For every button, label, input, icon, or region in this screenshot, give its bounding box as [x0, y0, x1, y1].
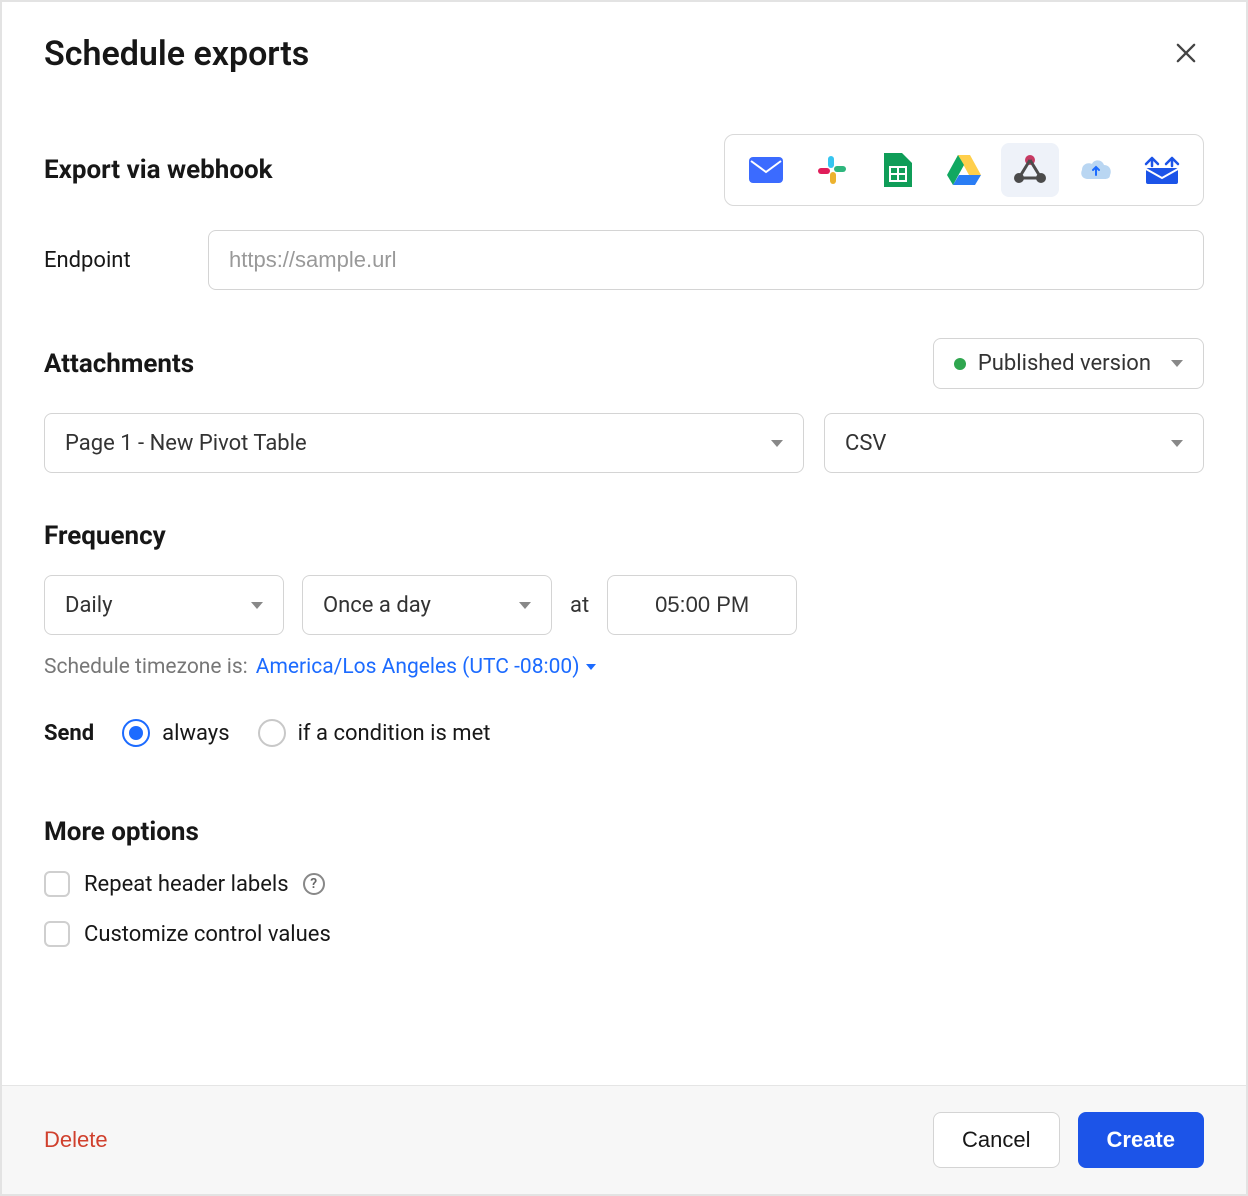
customize-controls-label: Customize control values: [84, 922, 331, 947]
send-condition-label: if a condition is met: [298, 721, 491, 746]
cancel-button[interactable]: Cancel: [933, 1112, 1059, 1168]
drive-icon: [947, 155, 981, 185]
repeat-headers-label: Repeat header labels: [84, 872, 289, 897]
channel-sheets[interactable]: [869, 143, 927, 197]
attachments-heading: Attachments: [44, 349, 194, 379]
mail-icon: [749, 157, 783, 183]
close-icon: [1172, 39, 1200, 67]
chevron-down-icon: [251, 602, 263, 609]
send-label: Send: [44, 721, 94, 746]
chevron-down-icon: [586, 664, 596, 670]
frequency-heading: Frequency: [44, 521, 1204, 551]
mail-share-icon: [1144, 156, 1180, 184]
customize-controls-checkbox[interactable]: [44, 921, 70, 947]
cloud-upload-icon: [1078, 157, 1114, 183]
sheets-icon: [884, 153, 912, 187]
attachment-format-select[interactable]: CSV: [824, 413, 1204, 473]
chevron-down-icon: [519, 602, 531, 609]
attachment-page-select[interactable]: Page 1 - New Pivot Table: [44, 413, 804, 473]
chevron-down-icon: [771, 440, 783, 447]
help-icon[interactable]: ?: [303, 873, 325, 895]
channel-webhook[interactable]: [1001, 143, 1059, 197]
frequency-at-label: at: [570, 593, 589, 618]
frequency-repeat-select[interactable]: Once a day: [302, 575, 552, 635]
channel-share[interactable]: [1133, 143, 1191, 197]
chevron-down-icon: [1171, 360, 1183, 367]
attachment-format-label: CSV: [845, 431, 886, 456]
close-button[interactable]: [1168, 35, 1204, 74]
create-button[interactable]: Create: [1078, 1112, 1204, 1168]
channel-email[interactable]: [737, 143, 795, 197]
channel-drive[interactable]: [935, 143, 993, 197]
channel-cloud[interactable]: [1067, 143, 1125, 197]
endpoint-label: Endpoint: [44, 248, 184, 273]
timezone-select[interactable]: America/Los Angeles (UTC -08:00): [256, 655, 596, 679]
export-heading: Export via webhook: [44, 155, 273, 185]
timezone-value: America/Los Angeles (UTC -08:00): [256, 655, 580, 679]
frequency-time-input[interactable]: [607, 575, 797, 635]
frequency-interval-select[interactable]: Daily: [44, 575, 284, 635]
channel-slack[interactable]: [803, 143, 861, 197]
more-options-heading: More options: [44, 817, 1204, 847]
send-always-label: always: [162, 721, 229, 746]
radio-icon: [122, 719, 150, 747]
radio-icon: [258, 719, 286, 747]
version-select[interactable]: Published version: [933, 338, 1204, 389]
dialog-footer: Delete Cancel Create: [2, 1085, 1246, 1194]
chevron-down-icon: [1171, 440, 1183, 447]
export-channel-picker: [724, 134, 1204, 206]
timezone-label: Schedule timezone is:: [44, 655, 248, 679]
slack-icon: [816, 154, 848, 186]
endpoint-input[interactable]: [208, 230, 1204, 290]
version-label: Published version: [978, 351, 1151, 376]
send-always-radio[interactable]: always: [122, 719, 229, 747]
attachment-page-label: Page 1 - New Pivot Table: [65, 431, 307, 456]
frequency-interval-label: Daily: [65, 593, 113, 618]
repeat-headers-checkbox[interactable]: [44, 871, 70, 897]
send-condition-radio[interactable]: if a condition is met: [258, 719, 491, 747]
webhook-icon: [1012, 153, 1048, 187]
delete-button[interactable]: Delete: [44, 1127, 108, 1153]
dialog-title: Schedule exports: [44, 34, 309, 74]
frequency-repeat-label: Once a day: [323, 593, 431, 618]
status-dot-icon: [954, 358, 966, 370]
